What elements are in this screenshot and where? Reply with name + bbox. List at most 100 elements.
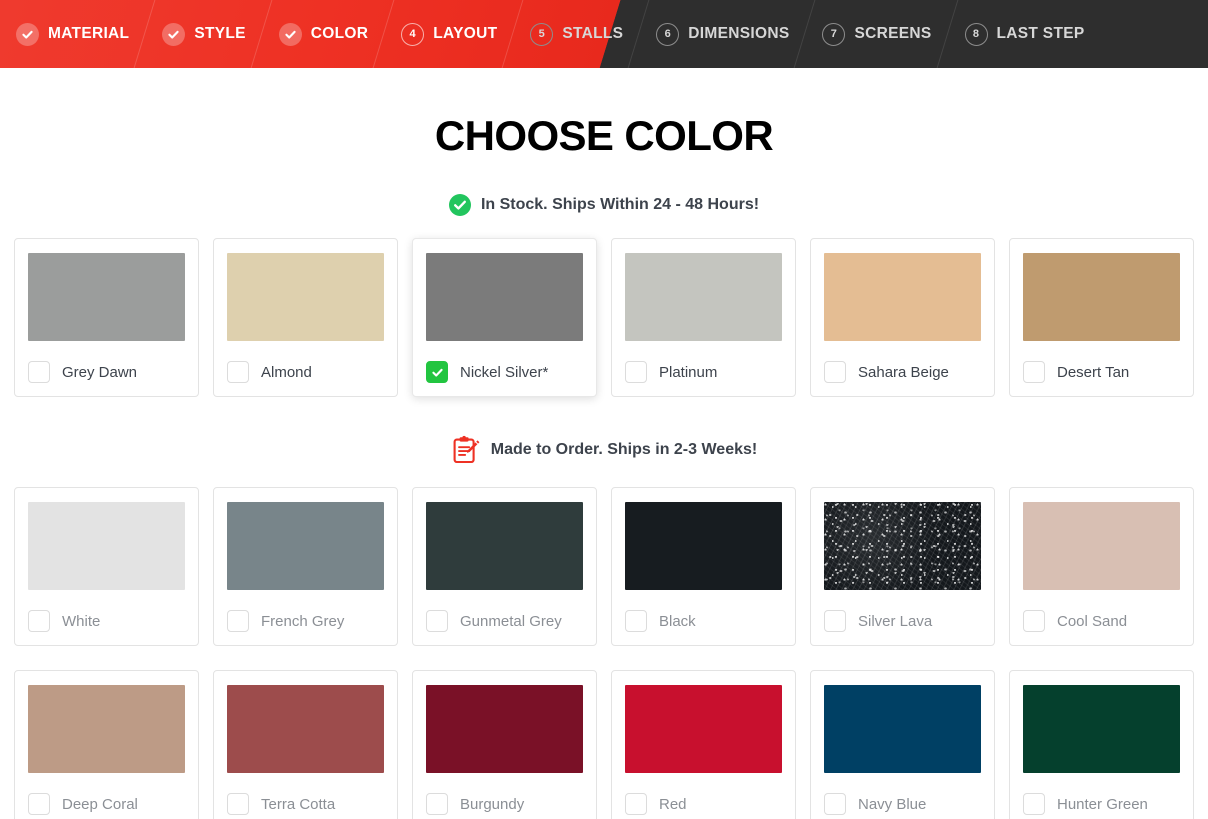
color-checkbox[interactable] <box>227 361 249 383</box>
color-swatch <box>1023 685 1180 773</box>
color-card-footer: French Grey <box>227 610 384 632</box>
check-circle-icon <box>448 194 471 216</box>
color-card-footer: Sahara Beige <box>824 361 981 383</box>
color-swatch <box>28 685 185 773</box>
color-card-footer: Hunter Green <box>1023 793 1180 815</box>
color-card[interactable]: Deep Coral <box>14 670 199 819</box>
color-checkbox-checked[interactable] <box>426 361 448 383</box>
color-checkbox[interactable] <box>227 793 249 815</box>
step-complete-check-icon <box>278 22 302 46</box>
color-checkbox[interactable] <box>28 793 50 815</box>
color-card[interactable]: Nickel Silver* <box>412 238 597 397</box>
color-swatch <box>824 502 981 590</box>
color-name-label: Nickel Silver* <box>460 363 549 381</box>
color-card[interactable]: Grey Dawn <box>14 238 199 397</box>
color-name-label: Sahara Beige <box>858 363 949 381</box>
step-dimensions[interactable]: 6 DIMENSIONS <box>640 0 806 68</box>
color-checkbox[interactable] <box>824 610 846 632</box>
color-card-footer: Terra Cotta <box>227 793 384 815</box>
color-card-footer: Red <box>625 793 782 815</box>
color-card-footer: Black <box>625 610 782 632</box>
color-checkbox[interactable] <box>625 610 647 632</box>
step-screens[interactable]: 7 SCREENS <box>806 0 948 68</box>
color-checkbox[interactable] <box>28 610 50 632</box>
color-swatch <box>625 502 782 590</box>
color-name-label: French Grey <box>261 612 345 630</box>
color-card[interactable]: Red <box>611 670 796 819</box>
step-label: MATERIAL <box>48 25 130 42</box>
step-number-badge: 8 <box>964 22 988 46</box>
color-swatch <box>1023 502 1180 590</box>
color-name-label: Burgundy <box>460 795 525 813</box>
color-card-footer: Grey Dawn <box>28 361 185 383</box>
color-card-footer: Silver Lava <box>824 610 981 632</box>
step-last-step[interactable]: 8 LAST STEP <box>949 0 1102 68</box>
color-checkbox[interactable] <box>28 361 50 383</box>
color-checkbox[interactable] <box>227 610 249 632</box>
color-checkbox[interactable] <box>625 793 647 815</box>
step-number-badge: 4 <box>401 22 425 46</box>
step-number-badge: 6 <box>656 22 680 46</box>
color-checkbox[interactable] <box>426 610 448 632</box>
color-checkbox[interactable] <box>625 361 647 383</box>
step-style[interactable]: STYLE <box>146 0 262 68</box>
color-name-label: Black <box>659 612 696 630</box>
color-card-footer: Almond <box>227 361 384 383</box>
color-card[interactable]: Burgundy <box>412 670 597 819</box>
color-swatch <box>426 502 583 590</box>
in-stock-color-grid: Grey Dawn Almond Nickel Silver* Platinum Sah… <box>0 238 1208 397</box>
color-name-label: Silver Lava <box>858 612 933 630</box>
color-card[interactable]: Hunter Green <box>1009 670 1194 819</box>
color-swatch <box>824 685 981 773</box>
color-card[interactable]: Desert Tan <box>1009 238 1194 397</box>
color-swatch <box>28 502 185 590</box>
step-material[interactable]: MATERIAL <box>0 0 146 68</box>
color-card[interactable]: Cool Sand <box>1009 487 1194 646</box>
color-name-label: Grey Dawn <box>62 363 138 381</box>
step-color[interactable]: COLOR <box>263 0 385 68</box>
color-card-footer: Deep Coral <box>28 793 185 815</box>
color-card-footer: Desert Tan <box>1023 361 1180 383</box>
made-to-order-color-grid-row-1: White French Grey Gunmetal Grey Black Silver… <box>0 487 1208 646</box>
step-number-badge: 7 <box>822 22 846 46</box>
color-checkbox[interactable] <box>824 793 846 815</box>
color-checkbox[interactable] <box>1023 793 1045 815</box>
step-progress-nav: MATERIAL STYLE COLOR 4 LAYOUT 5 STALLS 6 DIMENSI… <box>0 0 1208 68</box>
page-title: CHOOSE COLOR <box>434 112 774 159</box>
color-card[interactable]: Sahara Beige <box>810 238 995 397</box>
color-name-label: Gunmetal Grey <box>460 612 562 630</box>
color-name-label: Platinum <box>659 363 718 381</box>
made-to-order-notice: Made to Order. Ships in 2-3 Weeks! <box>0 435 1208 465</box>
color-card[interactable]: Platinum <box>611 238 796 397</box>
color-card[interactable]: French Grey <box>213 487 398 646</box>
step-label: LAST STEP <box>996 25 1085 42</box>
color-checkbox[interactable] <box>1023 610 1045 632</box>
color-name-label: Desert Tan <box>1057 363 1130 381</box>
in-stock-notice-text: In Stock. Ships Within 24 - 48 Hours! <box>480 196 760 213</box>
made-to-order-color-grid-row-2: Deep Coral Terra Cotta Burgundy Red Navy Blu… <box>0 670 1208 819</box>
color-card-footer: Platinum <box>625 361 782 383</box>
color-name-label: Cool Sand <box>1057 612 1128 630</box>
color-swatch <box>824 253 981 341</box>
color-card[interactable]: White <box>14 487 199 646</box>
color-card[interactable]: Navy Blue <box>810 670 995 819</box>
step-layout[interactable]: 4 LAYOUT <box>385 0 514 68</box>
color-card[interactable]: Gunmetal Grey <box>412 487 597 646</box>
step-stalls[interactable]: 5 STALLS <box>514 0 640 68</box>
color-checkbox[interactable] <box>1023 361 1045 383</box>
color-card-footer: Gunmetal Grey <box>426 610 583 632</box>
color-swatch <box>625 685 782 773</box>
color-card[interactable]: Terra Cotta <box>213 670 398 819</box>
color-name-label: Hunter Green <box>1057 795 1148 813</box>
color-swatch <box>426 685 583 773</box>
step-label: SCREENS <box>854 25 932 42</box>
color-card[interactable]: Silver Lava <box>810 487 995 646</box>
color-name-label: Navy Blue <box>858 795 927 813</box>
color-name-label: Almond <box>261 363 312 381</box>
color-checkbox[interactable] <box>426 793 448 815</box>
color-card[interactable]: Black <box>611 487 796 646</box>
color-card[interactable]: Almond <box>213 238 398 397</box>
color-swatch <box>625 253 782 341</box>
color-checkbox[interactable] <box>824 361 846 383</box>
step-number-badge: 5 <box>530 22 554 46</box>
